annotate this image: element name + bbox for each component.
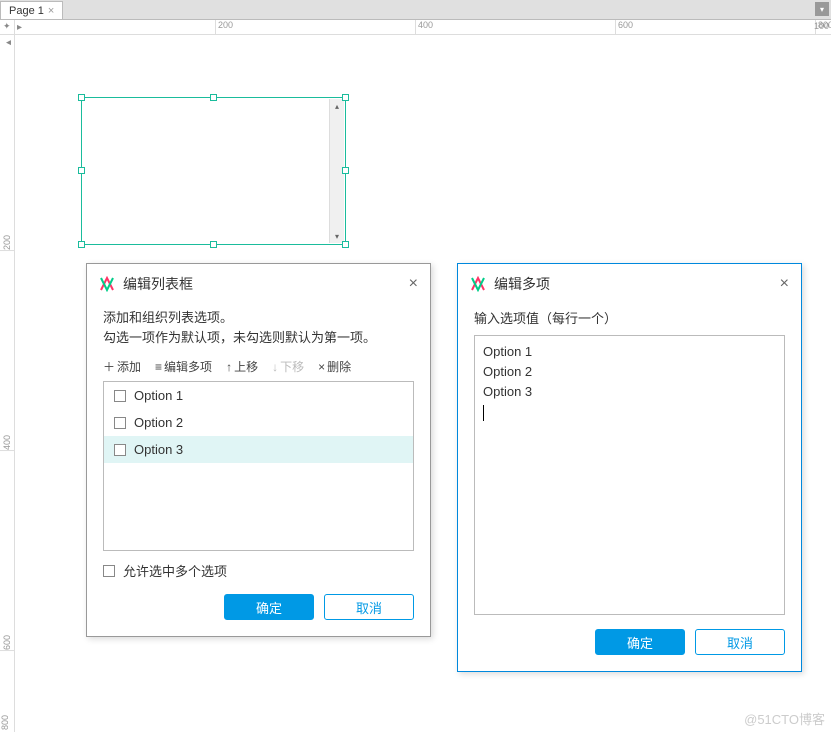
options-listbox[interactable]: Option 1 Option 2 Option 3 [103,381,414,551]
ok-button[interactable]: 确定 [224,594,314,620]
option-label: Option 2 [134,415,183,430]
delete-option-button[interactable]: ×删除 [318,358,351,375]
arrow-up-icon: ↑ [226,360,232,374]
textarea-label: 输入选项值（每行一个） [474,308,785,327]
dialog-title: 编辑列表框 [123,274,409,294]
dialog-description: 勾选一项作为默认项，未勾选则默认为第一项。 [103,328,414,348]
arrow-down-icon: ↓ [272,360,278,374]
list-item[interactable]: Option 3 [104,436,413,463]
add-option-button[interactable]: ＋添加 [103,358,141,375]
dialog-title: 编辑多项 [494,274,780,294]
edit-multi-button[interactable]: ≡编辑多项 [155,358,212,375]
dialog-buttons: 确定 取消 [103,594,414,620]
scroll-up-icon[interactable]: ▴ [330,99,344,113]
ruler-corner: ✦ [0,20,15,35]
ruler-tick: 800 [0,715,10,730]
close-icon[interactable]: × [780,275,789,293]
list-icon: ≡ [155,360,162,374]
options-textarea[interactable]: Option 1 Option 2 Option 3 [474,335,785,615]
allow-multi-label: 允许选中多个选项 [123,561,227,580]
move-down-button[interactable]: ↓下移 [272,358,304,375]
checkbox[interactable] [103,565,115,577]
resize-handle-w[interactable] [78,167,85,174]
resize-handle-n[interactable] [210,94,217,101]
arrow-down-icon: ▸ [3,37,14,48]
arrow-right-icon: ▸ [17,22,22,33]
close-icon[interactable]: × [48,5,54,17]
axure-logo-icon [99,276,115,292]
ruler-vertical[interactable]: ▸ 200 400 600 800 [0,35,15,732]
plus-icon: ＋ [103,358,115,375]
tab-page-1[interactable]: Page 1 × [0,1,63,19]
dialog-header[interactable]: 编辑多项 × [458,264,801,304]
dialog-buttons: 确定 取消 [474,629,785,655]
option-label: Option 1 [134,388,183,403]
ruler-tick: 100 [814,21,829,31]
ruler-tick: 600 [615,20,633,35]
ruler-horizontal[interactable]: ▸ 200 400 600 800 100 [15,20,831,35]
list-item[interactable]: Option 2 [104,409,413,436]
listbox-widget[interactable]: ▴ ▾ [81,97,346,245]
listbox-toolbar: ＋添加 ≡编辑多项 ↑上移 ↓下移 ×删除 [103,358,414,375]
list-item[interactable]: Option 1 [104,382,413,409]
dialog-description: 添加和组织列表选项。 [103,308,414,328]
resize-handle-sw[interactable] [78,241,85,248]
ruler-tick: 600 [0,635,15,651]
tab-overflow-dropdown[interactable]: ▾ [815,2,829,16]
ok-button[interactable]: 确定 [595,629,685,655]
resize-handle-s[interactable] [210,241,217,248]
resize-handle-e[interactable] [342,167,349,174]
edit-listbox-dialog: 编辑列表框 × 添加和组织列表选项。 勾选一项作为默认项，未勾选则默认为第一项。… [86,263,431,637]
move-up-button[interactable]: ↑上移 [226,358,258,375]
ruler-tick: 200 [215,20,233,35]
resize-handle-se[interactable] [342,241,349,248]
origin-icon: ✦ [3,21,11,32]
checkbox[interactable] [114,444,126,456]
textarea-content: Option 1 Option 2 Option 3 [483,344,532,399]
ruler-tick: 200 [0,235,15,251]
axure-logo-icon [470,276,486,292]
allow-multi-select[interactable]: 允许选中多个选项 [103,561,414,580]
cancel-button[interactable]: 取消 [324,594,414,620]
tab-label: Page 1 [9,5,44,17]
resize-handle-ne[interactable] [342,94,349,101]
edit-multi-dialog: 编辑多项 × 输入选项值（每行一个） Option 1 Option 2 Opt… [457,263,802,672]
ruler-tick: 400 [0,435,15,451]
ruler-tick: 400 [415,20,433,35]
close-icon[interactable]: × [409,275,418,293]
dialog-header[interactable]: 编辑列表框 × [87,264,430,304]
watermark: @51CTO博客 [744,709,825,728]
text-cursor [483,405,484,421]
resize-handle-nw[interactable] [78,94,85,101]
option-label: Option 3 [134,442,183,457]
checkbox[interactable] [114,390,126,402]
close-icon: × [318,360,325,374]
cancel-button[interactable]: 取消 [695,629,785,655]
page-tab-bar: Page 1 × ▾ [0,0,831,20]
checkbox[interactable] [114,417,126,429]
